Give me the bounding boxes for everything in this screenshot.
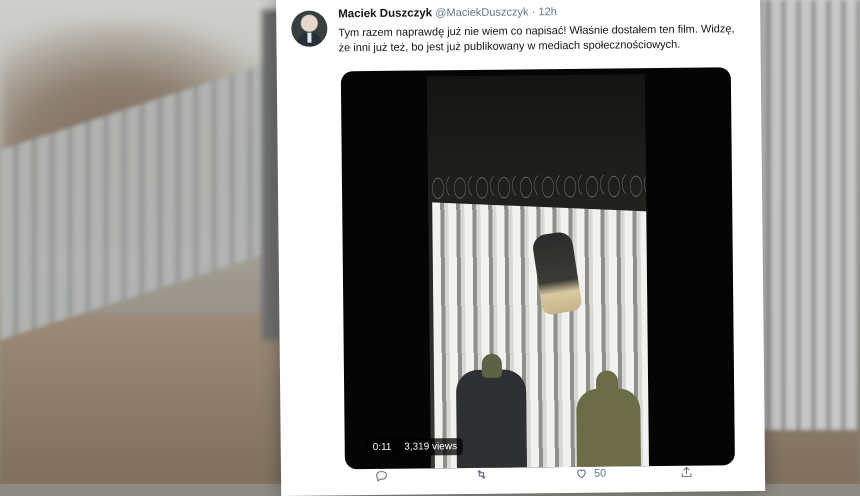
heart-icon: [577, 469, 586, 479]
tweet-text: Tym razem naprawdę już nie wiem co napis…: [338, 23, 735, 55]
tweet-card[interactable]: Maciek Duszczyk @MaciekDuszczyk · 12h Ty…: [276, 0, 766, 496]
retweet-button[interactable]: [475, 468, 488, 481]
reply-icon: [376, 471, 387, 482]
avatar[interactable]: [291, 10, 328, 47]
video-person-left: [455, 369, 528, 469]
author-handle[interactable]: @MaciekDuszczyk: [435, 6, 528, 19]
retweet-icon: [477, 469, 486, 479]
video-frame: [426, 74, 649, 469]
video-views: 3,319 views: [404, 441, 458, 453]
reply-button[interactable]: [375, 469, 388, 482]
video-person-right: [576, 388, 642, 469]
video-duration: 0:11: [372, 441, 392, 454]
tweet-header: Maciek Duszczyk @MaciekDuszczyk · 12h: [338, 6, 557, 20]
video-player[interactable]: 0:11 3,319 views: [340, 67, 735, 470]
like-button[interactable]: 50: [575, 467, 606, 480]
video-info-badge: 0:11 3,319 views: [366, 438, 464, 457]
video-razor-wire: [427, 166, 647, 211]
share-icon: [681, 466, 692, 478]
like-count: 50: [593, 467, 607, 480]
tweet-time[interactable]: 12h: [538, 6, 556, 18]
tweet-actions: 50: [345, 465, 725, 489]
avatar-collar: [307, 32, 312, 43]
header-separator: ·: [531, 6, 536, 19]
author-name[interactable]: Maciek Duszczyk: [338, 7, 432, 20]
share-button[interactable]: [680, 466, 693, 479]
